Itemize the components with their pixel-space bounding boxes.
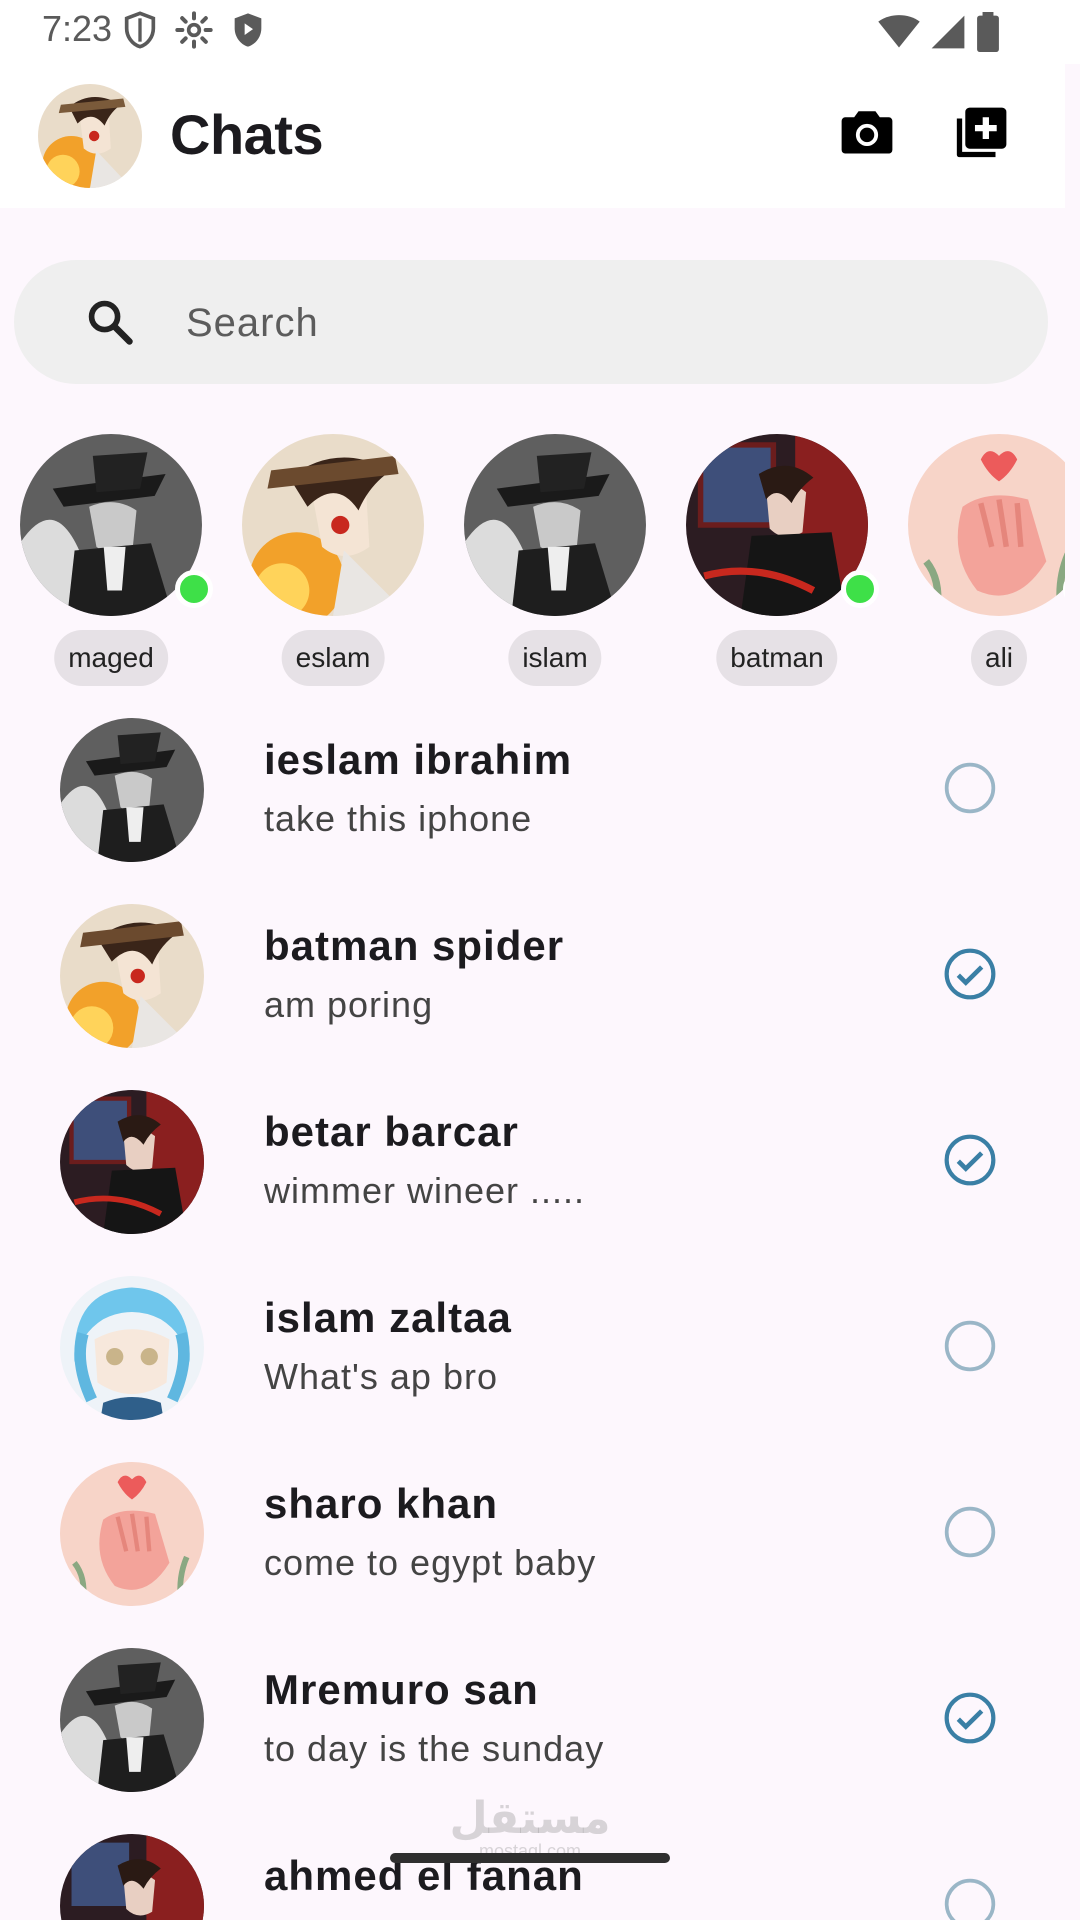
- avatar: [60, 1648, 204, 1792]
- status-bar: 7:23: [0, 0, 1080, 64]
- avatar: [464, 434, 646, 616]
- chat-name: ieslam ibrahim: [264, 736, 573, 783]
- status-icons-left: [120, 10, 268, 50]
- profile-avatar[interactable]: [38, 84, 142, 188]
- add-box-icon[interactable]: [952, 104, 1010, 162]
- shield-icon: [124, 11, 156, 49]
- chat-last-message: come to egypt baby: [264, 1542, 597, 1583]
- play-shield-icon: [234, 13, 262, 47]
- story-item[interactable]: ali: [908, 430, 1065, 690]
- avatar: [242, 434, 424, 616]
- avatar: [60, 1090, 204, 1234]
- wifi-icon: [878, 15, 920, 48]
- watermark-text: مستقل: [449, 1794, 611, 1843]
- unread-circle-icon: [944, 1320, 996, 1372]
- avatar: [60, 718, 204, 862]
- chat-list-item[interactable]: sharo khan come to egypt baby: [0, 1454, 1065, 1640]
- online-indicator: [841, 570, 879, 608]
- chat-list-item[interactable]: ieslam ibrahim take this iphone: [0, 710, 1065, 896]
- avatar: [60, 904, 204, 1048]
- avatar: [908, 434, 1065, 616]
- chat-list-item[interactable]: islam zaltaa What's ap bro: [0, 1268, 1065, 1454]
- chat-list: ieslam ibrahim take this iphone batman s…: [0, 710, 1065, 1920]
- unread-circle-icon: [944, 1878, 996, 1920]
- story-name: batman: [716, 630, 838, 686]
- unread-circle-icon: [944, 762, 996, 814]
- story-name: eslam: [281, 630, 385, 686]
- story-item[interactable]: eslam: [242, 430, 432, 690]
- story-name: islam: [508, 630, 602, 686]
- page-title: Chats: [170, 103, 324, 166]
- avatar: [60, 1462, 204, 1606]
- stories-row: maged eslam islam batman ali: [0, 430, 1065, 690]
- gear-icon: [175, 11, 213, 49]
- camera-icon[interactable]: [838, 104, 896, 162]
- story-name: ali: [970, 630, 1028, 686]
- story-name: maged: [54, 630, 168, 686]
- check-circle-icon: [944, 948, 996, 1000]
- chat-last-message: wimmer wineer .....: [264, 1170, 586, 1211]
- unread-circle-icon: [944, 1506, 996, 1558]
- story-item[interactable]: maged: [20, 430, 213, 690]
- chat-name: Mremuro san: [264, 1666, 539, 1713]
- chat-last-message: am poring: [264, 984, 434, 1025]
- home-indicator[interactable]: [390, 1853, 670, 1863]
- chat-last-message: take this iphone: [264, 798, 533, 839]
- chat-name: betar barcar: [264, 1108, 519, 1155]
- chat-last-message: What's ap bro: [264, 1356, 498, 1397]
- watermark: مستقل mostaql.com: [440, 1794, 620, 1861]
- story-item[interactable]: batman: [686, 430, 879, 690]
- online-indicator: [175, 570, 213, 608]
- status-time: 7:23: [42, 8, 113, 49]
- story-item[interactable]: islam: [464, 430, 654, 690]
- battery-icon: [977, 12, 999, 52]
- chat-list-item[interactable]: batman spider am poring: [0, 896, 1065, 1082]
- chat-name: batman spider: [264, 922, 565, 969]
- status-icons-right: [878, 12, 1000, 52]
- chat-last-message: to day is the sunday: [264, 1728, 605, 1769]
- chat-name: islam zaltaa: [264, 1294, 512, 1341]
- chat-list-item[interactable]: betar barcar wimmer wineer .....: [0, 1082, 1065, 1268]
- search-icon: [88, 300, 133, 345]
- app-bar: Chats: [0, 64, 1065, 208]
- signal-icon: [931, 15, 965, 49]
- chat-name: sharo khan: [264, 1480, 499, 1527]
- avatar: [60, 1834, 204, 1920]
- avatar: [60, 1276, 204, 1420]
- search-input[interactable]: [184, 294, 1008, 352]
- search-bar[interactable]: [14, 260, 1048, 384]
- check-circle-icon: [944, 1134, 996, 1186]
- check-circle-icon: [944, 1692, 996, 1744]
